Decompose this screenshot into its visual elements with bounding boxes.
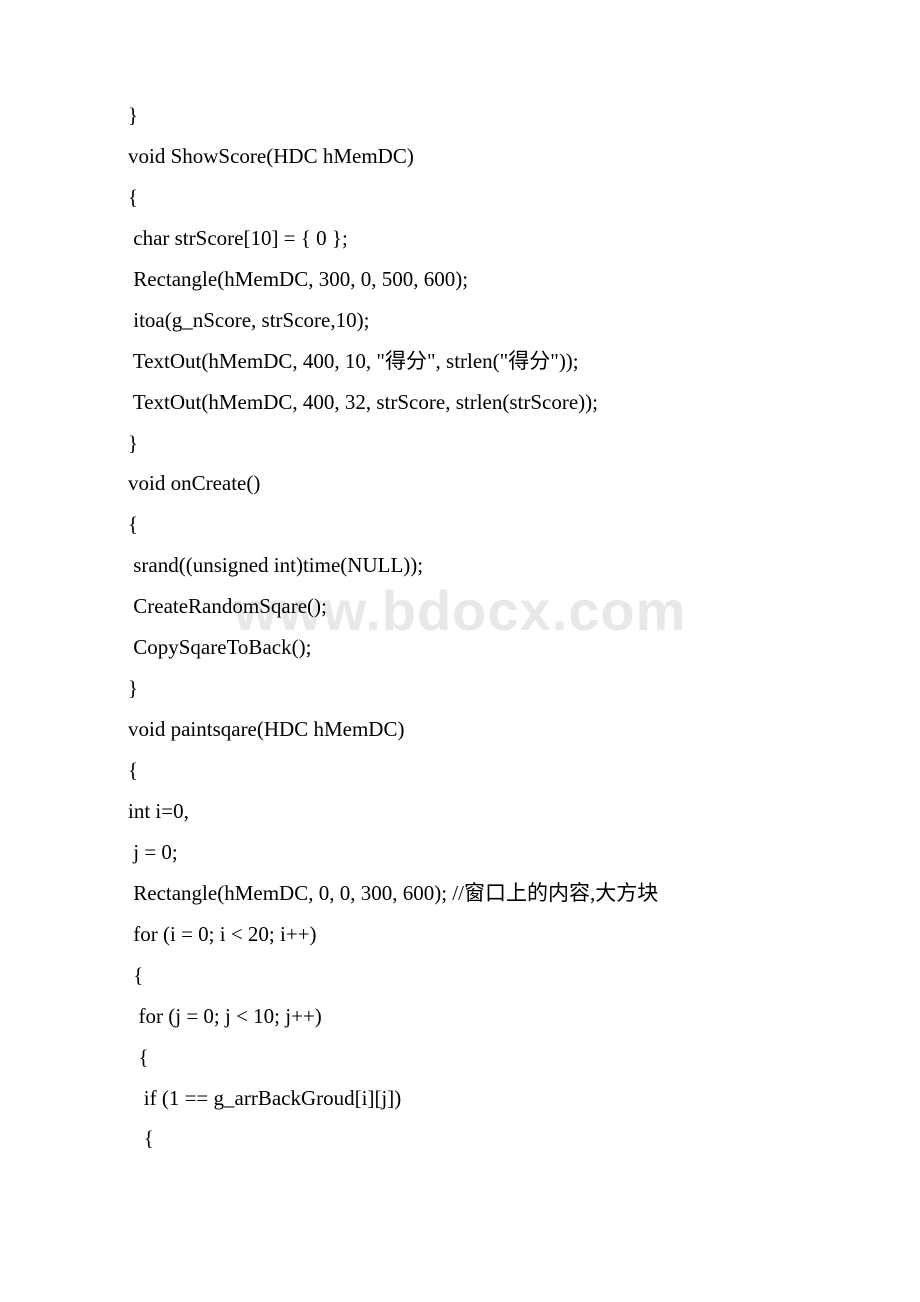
code-line: Rectangle(hMemDC, 300, 0, 500, 600);: [128, 259, 810, 300]
code-line: CreateRandomSqare();: [128, 586, 810, 627]
code-line: void paintsqare(HDC hMemDC): [128, 709, 810, 750]
code-line: int i=0,: [128, 791, 810, 832]
code-line: srand((unsigned int)time(NULL));: [128, 545, 810, 586]
code-line: for (j = 0; j < 10; j++): [128, 996, 810, 1037]
code-line: {: [128, 504, 810, 545]
code-line: if (1 == g_arrBackGroud[i][j]): [128, 1078, 810, 1119]
code-line: }: [128, 668, 810, 709]
code-line: {: [128, 1037, 810, 1078]
code-line: j = 0;: [128, 832, 810, 873]
code-line: TextOut(hMemDC, 400, 32, strScore, strle…: [128, 382, 810, 423]
code-line: {: [128, 177, 810, 218]
document-page: www.bdocx.com } void ShowScore(HDC hMemD…: [0, 0, 920, 1302]
code-line: {: [128, 1118, 810, 1159]
code-line: {: [128, 955, 810, 996]
code-line: itoa(g_nScore, strScore,10);: [128, 300, 810, 341]
code-line: TextOut(hMemDC, 400, 10, "得分", strlen("得…: [128, 341, 810, 382]
code-line: {: [128, 750, 810, 791]
code-line: }: [128, 95, 810, 136]
code-line: void ShowScore(HDC hMemDC): [128, 136, 810, 177]
code-line: }: [128, 423, 810, 464]
code-line: for (i = 0; i < 20; i++): [128, 914, 810, 955]
code-line: char strScore[10] = { 0 };: [128, 218, 810, 259]
code-line: Rectangle(hMemDC, 0, 0, 300, 600); //窗口上…: [128, 873, 810, 914]
code-line: CopySqareToBack();: [128, 627, 810, 668]
code-line: void onCreate(): [128, 463, 810, 504]
